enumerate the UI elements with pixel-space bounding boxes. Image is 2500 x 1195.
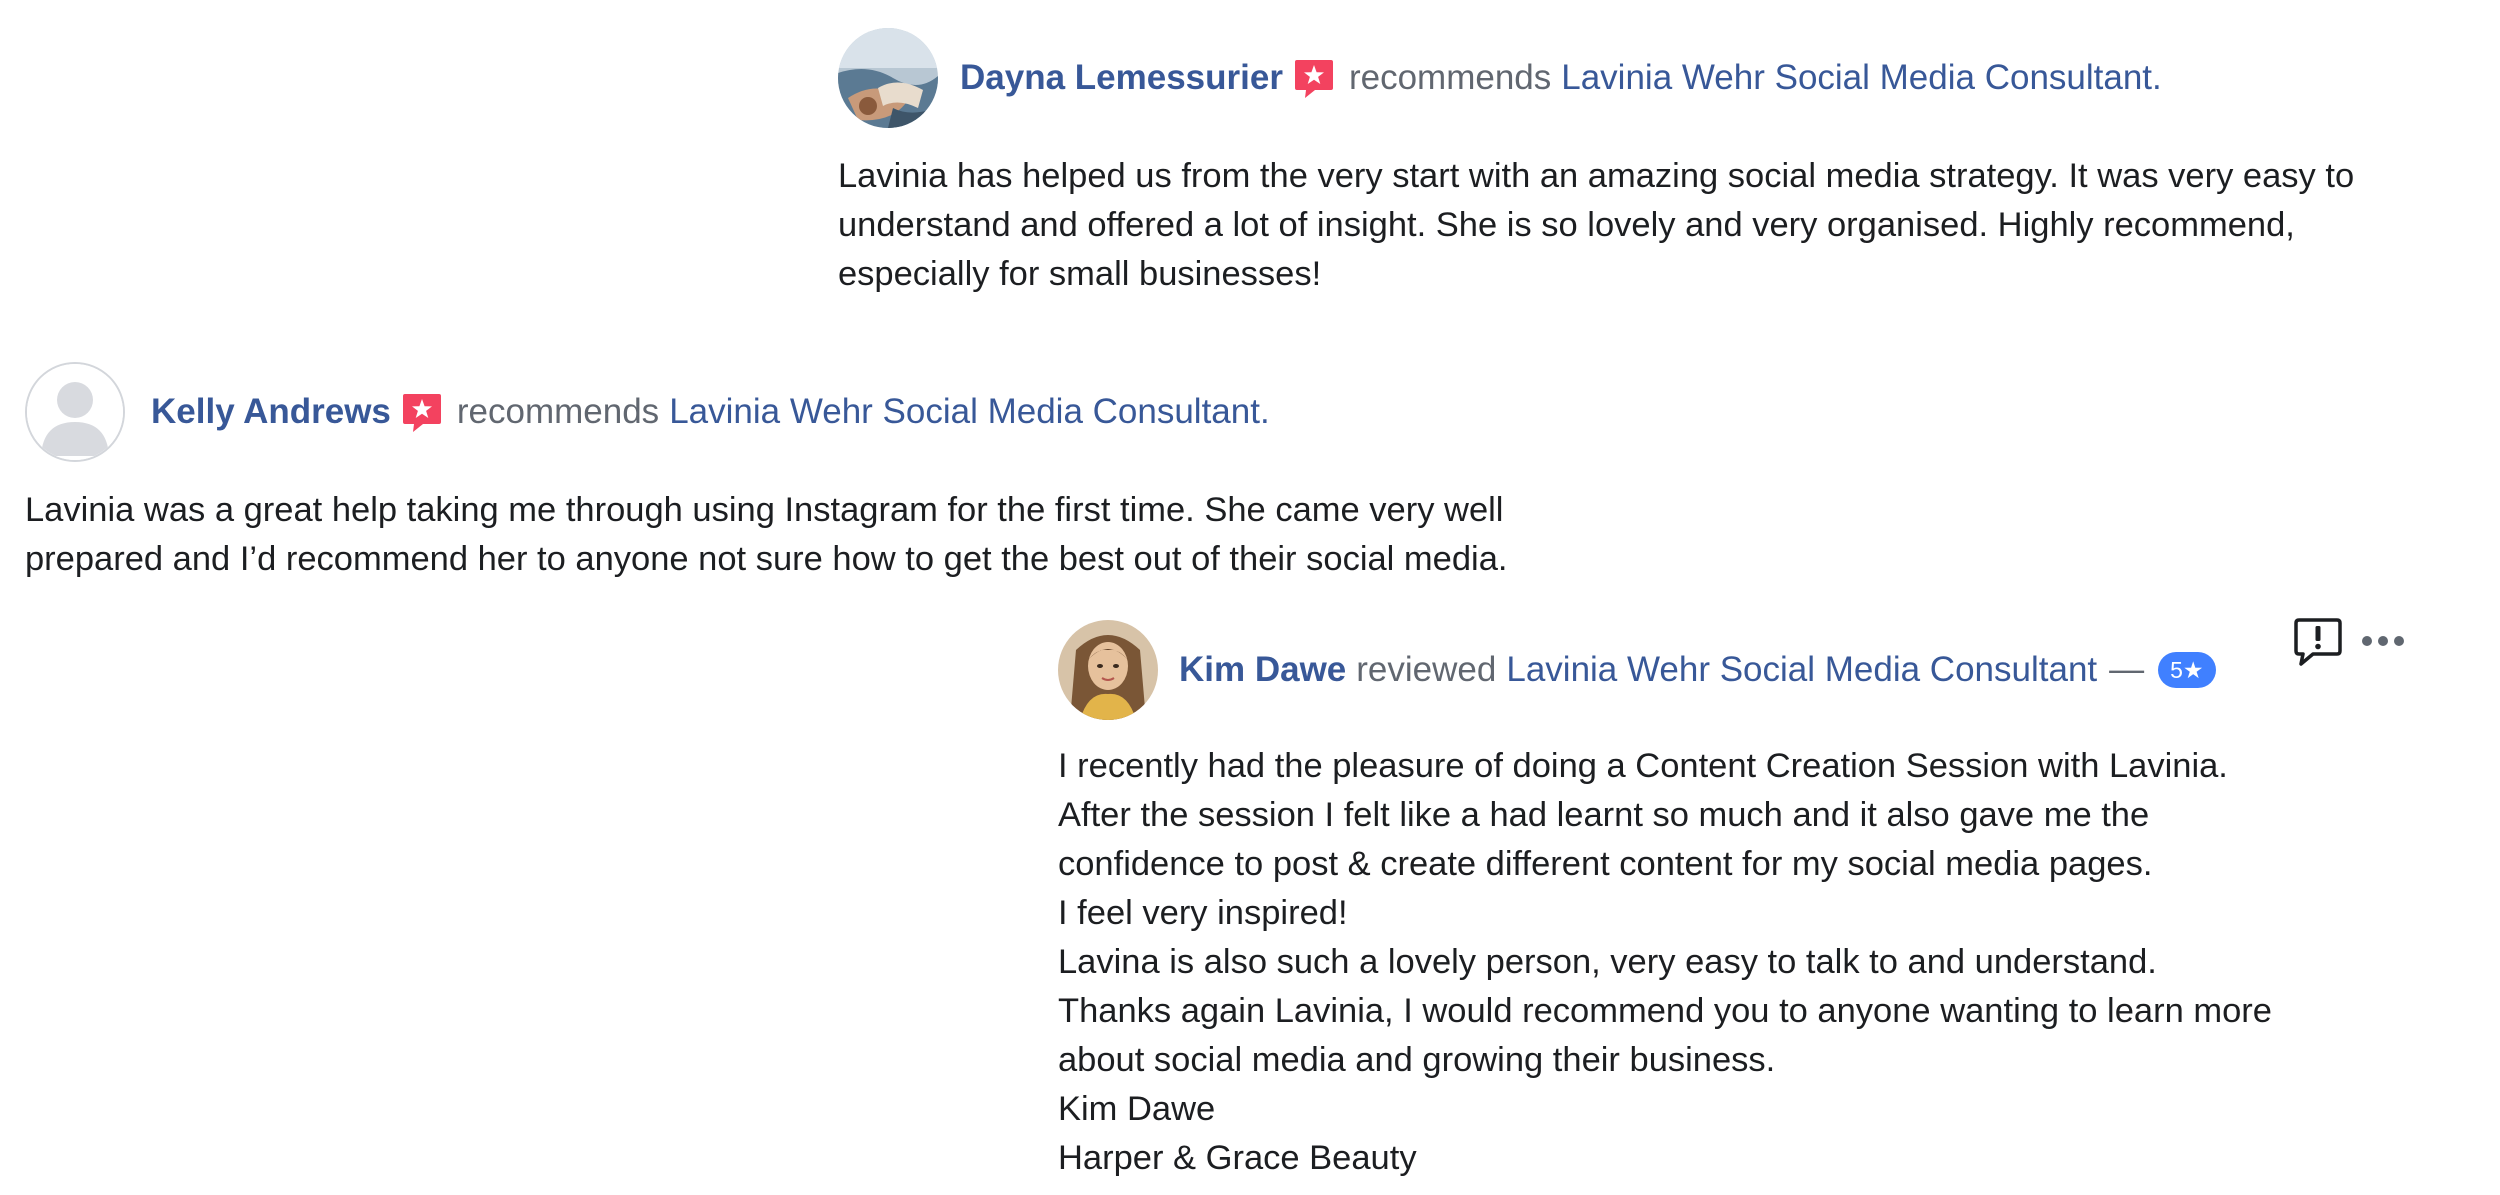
review-text-line: Kim Dawe (1058, 1090, 1216, 1128)
review-text: Lavinia has helped us from the very star… (838, 152, 2354, 299)
reviewer-name[interactable]: Kim Dawe (1179, 648, 1346, 692)
review-header-text: Kim Dawe reviewed Lavinia Wehr Social Me… (1179, 648, 2216, 692)
review-verb: recommends (1348, 58, 1552, 97)
review-header: Kim Dawe reviewed Lavinia Wehr Social Me… (1058, 620, 2272, 720)
review-kelly: Kelly Andrews recommends Lavinia Wehr So… (25, 362, 1507, 584)
review-text-line: Thanks again Lavinia, I would recommend … (1058, 992, 2272, 1030)
avatar[interactable] (25, 362, 125, 462)
reviewer-name[interactable]: Dayna Lemessurier (960, 56, 1283, 100)
more-options-icon[interactable] (2360, 630, 2406, 657)
page-link[interactable]: Lavinia Wehr Social Media Consultant. (1561, 56, 2162, 100)
review-text: I recently had the pleasure of doing a C… (1058, 742, 2272, 1183)
review-text-line: Lavinia has helped us from the very star… (838, 157, 2355, 195)
review-text-line: about social media and growing their bus… (1058, 1041, 1776, 1079)
review-kim: Kim Dawe reviewed Lavinia Wehr Social Me… (1058, 620, 2272, 1183)
report-icon[interactable] (2293, 616, 2343, 673)
review-text-line: After the session I felt like a had lear… (1058, 796, 2150, 834)
review-text-line: understand and offered a lot of insight.… (838, 206, 2295, 244)
review-verb: recommends (456, 392, 660, 431)
review-dayna: Dayna Lemessurier recommends Lavinia Weh… (838, 28, 2354, 299)
review-text-line: Harper & Grace Beauty (1058, 1139, 1417, 1177)
separator-dash: — (2109, 650, 2145, 689)
review-text-line: Lavina is also such a lovely person, ver… (1058, 943, 2157, 981)
review-header: Dayna Lemessurier recommends Lavinia Weh… (838, 28, 2354, 128)
avatar[interactable] (838, 28, 938, 128)
review-text: Lavinia was a great help taking me throu… (25, 486, 1507, 584)
review-text-line: Lavinia was a great help taking me throu… (25, 491, 1504, 529)
review-text-line: especially for small businesses! (838, 255, 1322, 293)
review-text-line: prepared and I’d recommend her to anyone… (25, 540, 1508, 578)
reviewer-name[interactable]: Kelly Andrews (151, 390, 391, 434)
review-header: Kelly Andrews recommends Lavinia Wehr So… (25, 362, 1507, 462)
avatar[interactable] (1058, 620, 1158, 720)
review-header-text: Kelly Andrews recommends Lavinia Wehr So… (151, 390, 1270, 434)
page-link[interactable]: Lavinia Wehr Social Media Consultant. (669, 390, 1270, 434)
review-text-line: I recently had the pleasure of doing a C… (1058, 747, 2228, 785)
review-verb: reviewed (1356, 650, 1497, 689)
review-text-line: confidence to post & create different co… (1058, 845, 2153, 883)
page-link[interactable]: Lavinia Wehr Social Media Consultant (1506, 648, 2097, 692)
review-header-text: Dayna Lemessurier recommends Lavinia Weh… (960, 56, 2162, 100)
rating-badge: 5★ (2158, 652, 2216, 688)
recommend-star-icon (1293, 57, 1335, 99)
recommend-star-icon (401, 391, 443, 433)
review-text-line: I feel very inspired! (1058, 894, 1348, 932)
